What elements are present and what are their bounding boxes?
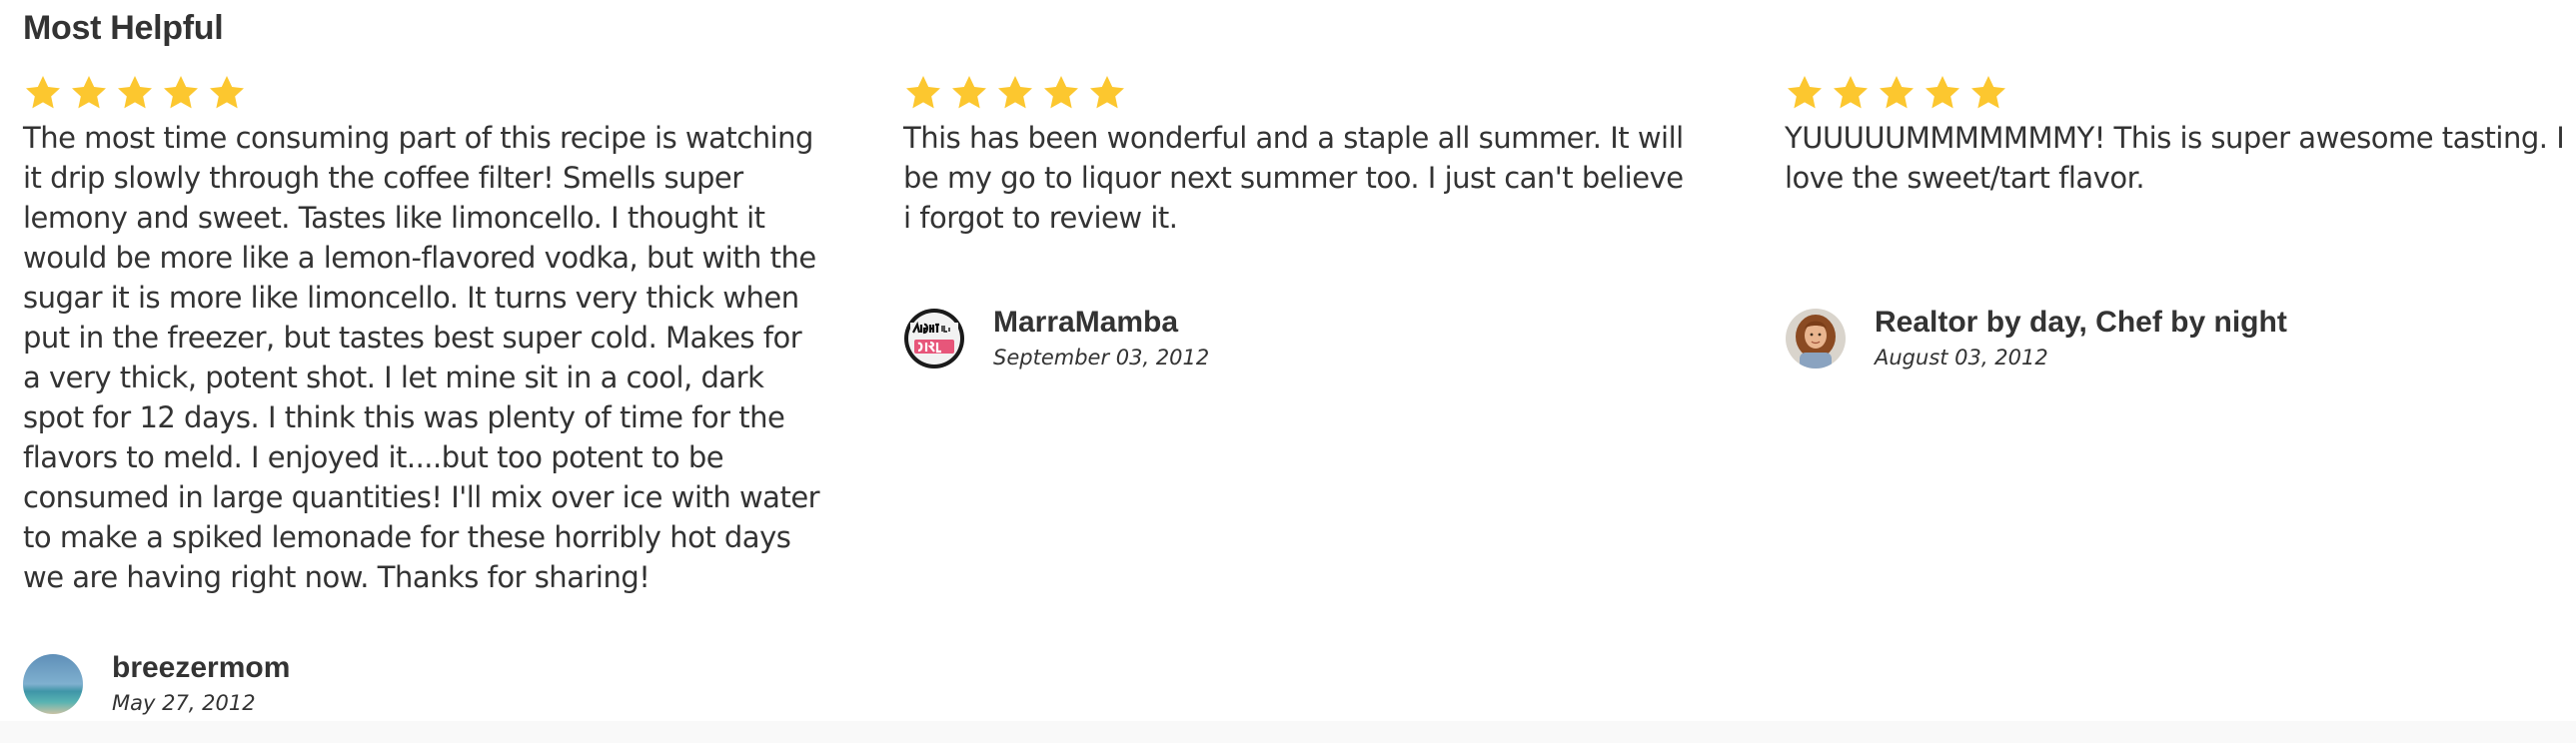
star-icon <box>1831 73 1871 113</box>
star-icon <box>903 73 943 113</box>
review-text: This has been wonderful and a staple all… <box>903 121 1684 235</box>
section-title: Most Helpful <box>23 9 224 47</box>
fight-like-girl-avatar[interactable] <box>904 309 964 369</box>
star-rating <box>1785 72 2576 114</box>
review-text: YUUUUUMMMMMMMY! This is super awesome ta… <box>1785 121 2565 195</box>
star-icon <box>1968 73 2008 113</box>
review-card: YUUUUUMMMMMMMY! This is super awesome ta… <box>1785 72 2576 198</box>
star-icon <box>949 73 989 113</box>
review-date: May 27, 2012 <box>112 691 256 715</box>
star-icon <box>207 73 247 113</box>
review-card: The most time consuming part of this rec… <box>23 72 822 597</box>
star-icon <box>1087 73 1127 113</box>
star-icon <box>995 73 1035 113</box>
review-card: This has been wonderful and a staple all… <box>903 72 1703 238</box>
star-icon <box>1923 73 1962 113</box>
review-text: The most time consuming part of this rec… <box>23 121 820 594</box>
star-icon <box>1785 73 1825 113</box>
beach-avatar[interactable] <box>23 654 83 714</box>
portrait-avatar[interactable] <box>1786 309 1846 369</box>
review-date: September 03, 2012 <box>993 346 1210 370</box>
author-name[interactable]: MarraMamba <box>993 306 1209 340</box>
star-rating <box>23 72 822 114</box>
section-divider <box>0 721 2576 743</box>
review-date: August 03, 2012 <box>1875 346 2048 370</box>
star-icon <box>23 73 63 113</box>
review-author[interactable]: Realtor by day, Chef by night August 03,… <box>1786 306 2287 372</box>
author-name[interactable]: breezermom <box>112 651 290 685</box>
star-icon <box>115 73 155 113</box>
star-icon <box>161 73 201 113</box>
star-icon <box>1877 73 1917 113</box>
author-name[interactable]: Realtor by day, Chef by night <box>1875 306 2287 340</box>
star-icon <box>69 73 109 113</box>
review-author[interactable]: MarraMamba September 03, 2012 <box>904 306 1209 372</box>
star-icon <box>1041 73 1081 113</box>
star-rating <box>903 72 1703 114</box>
review-author[interactable]: breezermom May 27, 2012 <box>23 651 290 717</box>
